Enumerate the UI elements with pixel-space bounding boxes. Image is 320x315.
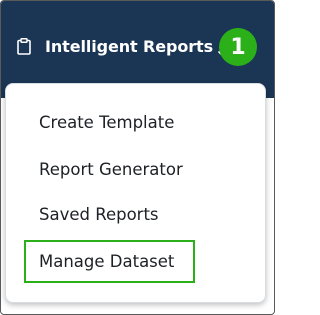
menu-item-manage-dataset[interactable]: Manage Dataset	[39, 252, 174, 271]
menu-item-create-template[interactable]: Create Template	[39, 113, 174, 132]
screenshot-frame: Intelligent Reports 1 Create Template Re…	[0, 0, 275, 315]
menu-label: Intelligent Reports	[45, 37, 213, 56]
intelligent-reports-menu[interactable]: Intelligent Reports	[16, 37, 228, 57]
clipboard-icon	[16, 38, 32, 55]
menu-item-report-generator[interactable]: Report Generator	[39, 160, 183, 179]
reports-dropdown-menu: Create Template Report Generator Saved R…	[5, 83, 266, 303]
step-number-badge: 1	[219, 28, 257, 66]
menu-item-saved-reports[interactable]: Saved Reports	[39, 205, 159, 224]
